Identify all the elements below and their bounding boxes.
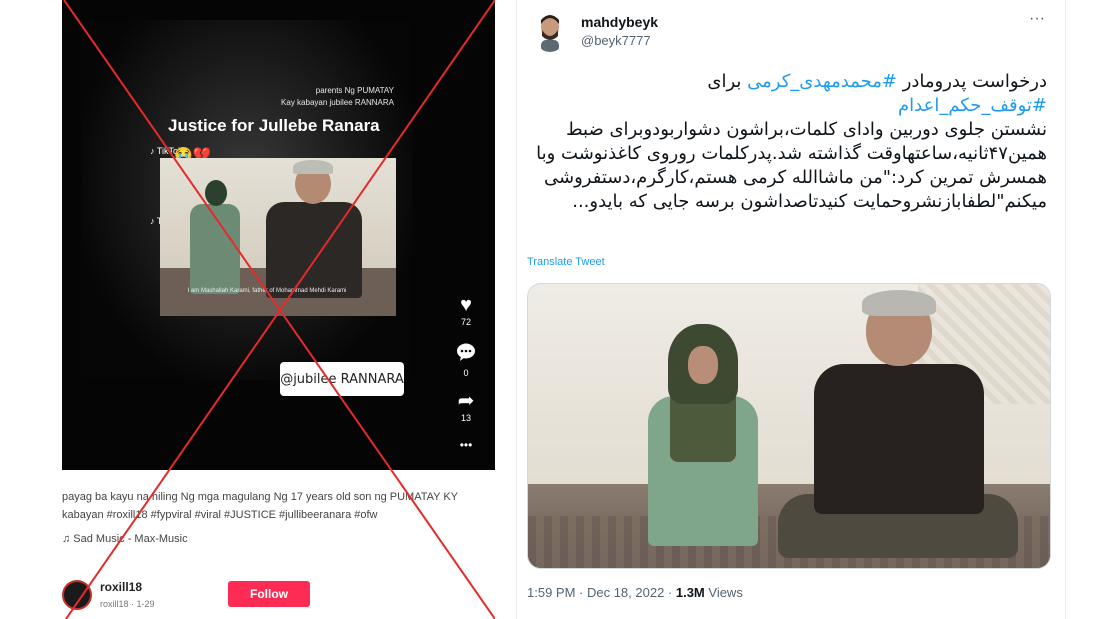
comment-icon (444, 342, 488, 367)
like-button[interactable]: ♥ 72 (444, 294, 488, 327)
comment-button[interactable]: 0 (444, 342, 488, 378)
author-handle[interactable]: @beyk7777 (581, 33, 651, 48)
music-label[interactable]: ♫ Sad Music - Max-Music (62, 533, 188, 545)
heart-icon: ♥ (460, 294, 472, 316)
avatar[interactable] (62, 580, 92, 610)
man-figure (266, 202, 362, 298)
more-options-button[interactable]: ••• (444, 438, 488, 452)
man-hair (862, 290, 936, 316)
like-count: 72 (460, 317, 471, 327)
tiktok-video[interactable]: parents Ng PUMATAY Kay kabayan jubilee R… (62, 0, 495, 470)
mention-tag: @jubilee RANNARA (280, 362, 404, 396)
tweet-text-part-1: درخواست پدرومادر (896, 71, 1047, 92)
tweet-image[interactable] (527, 283, 1051, 569)
more-options-button[interactable]: ··· (1029, 10, 1045, 28)
woman-figure (190, 204, 240, 294)
user-subtitle: roxill18 · 1-29 (100, 599, 155, 609)
username[interactable]: roxill18 (100, 580, 142, 594)
overlay-text-2: Kay kabayan jubilee RANNARA (281, 98, 394, 107)
hashtag-link-2[interactable]: #توقف_حکم_اعدام (898, 95, 1047, 116)
comment-count: 0 (463, 368, 469, 378)
tweet-text: درخواست پدرومادر #محمدمهدی_کرمی برای #تو… (527, 70, 1047, 214)
overlay-text-1: parents Ng PUMATAY (315, 86, 394, 95)
views-label: Views (704, 585, 743, 600)
tiktok-panel: parents Ng PUMATAY Kay kabayan jubilee R… (62, 0, 495, 619)
tweet-panel: mahdybeyk @beyk7777 ··· درخواست پدرومادر… (516, 0, 1066, 619)
follow-button[interactable]: Follow (228, 581, 310, 607)
share-arrow-icon: ➦ (457, 390, 475, 412)
hashtag-link-1[interactable]: #محمدمهدی_کرمی (747, 71, 897, 92)
author-name[interactable]: mahdybeyk (581, 14, 658, 30)
translate-link[interactable]: Translate Tweet (527, 256, 605, 268)
tweet-text-part-2: برای (707, 71, 748, 92)
video-description: payag ba kayu na hiling Ng mga magulang … (62, 491, 458, 521)
avatar[interactable] (533, 12, 567, 52)
tweet-metadata: 1:59 PM · Dec 18, 2022 · 1.3M Views (527, 585, 743, 600)
video-headline: Justice for Jullebe Ranara (168, 116, 380, 135)
woman-head (205, 180, 227, 206)
views-count: 1.3M (675, 585, 705, 600)
video-subtitle: I am Mashallah Karami, father of Mohamma… (187, 288, 347, 294)
woman-face (688, 346, 718, 384)
tweet-text-body: نشستن جلوی دوربین وادای کلمات،براشون دشو… (536, 119, 1047, 212)
man-figure (814, 364, 984, 514)
tweet-timestamp[interactable]: 1:59 PM · Dec 18, 2022 · (527, 585, 676, 600)
man-hair (293, 160, 333, 174)
share-count: 13 (460, 413, 471, 423)
share-button[interactable]: ➦ 13 (444, 390, 488, 423)
